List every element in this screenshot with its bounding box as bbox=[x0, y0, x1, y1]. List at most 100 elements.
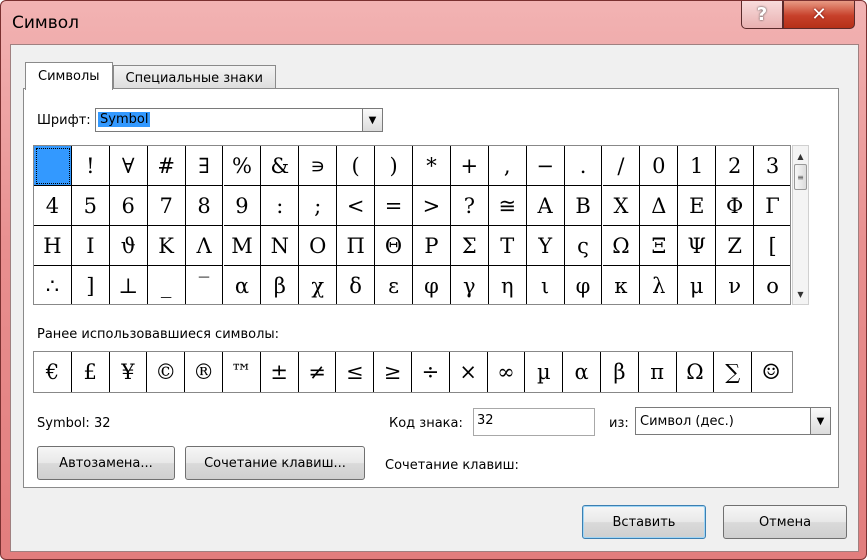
symbol-cell[interactable]: φ bbox=[565, 266, 603, 304]
symbol-cell[interactable]: Ρ bbox=[413, 226, 451, 266]
recent-symbol-cell[interactable]: Ω bbox=[677, 352, 715, 392]
symbol-cell[interactable]: Ι bbox=[71, 226, 110, 266]
symbol-cell[interactable]: ϑ bbox=[109, 226, 148, 266]
tab-symbols[interactable]: Символы bbox=[25, 62, 113, 90]
symbol-cell[interactable]: 5 bbox=[71, 186, 110, 226]
symbol-cell[interactable]: ς bbox=[564, 226, 603, 266]
symbol-cell[interactable]: ≅ bbox=[488, 186, 527, 226]
symbol-cell[interactable]: Δ bbox=[640, 186, 679, 226]
recent-symbol-cell[interactable]: π bbox=[639, 352, 677, 392]
recent-symbol-cell[interactable]: ± bbox=[261, 352, 299, 392]
font-select[interactable]: Symbol ▼ bbox=[95, 108, 383, 132]
symbol-cell[interactable]: 7 bbox=[147, 186, 186, 226]
scroll-thumb[interactable]: ≡ bbox=[794, 164, 807, 190]
symbol-cell[interactable]: , bbox=[488, 146, 527, 186]
symbol-cell[interactable]: ] bbox=[72, 266, 110, 304]
symbol-cell[interactable]: Φ bbox=[716, 186, 755, 226]
symbol-cell[interactable]: Ω bbox=[602, 226, 641, 266]
symbol-cell[interactable]: ∃ bbox=[185, 146, 224, 186]
cancel-button[interactable]: Отмена bbox=[723, 505, 847, 539]
symbol-cell[interactable]: ) bbox=[375, 146, 413, 186]
symbol-cell[interactable]: β bbox=[261, 266, 300, 304]
symbol-cell[interactable]: λ bbox=[640, 266, 679, 304]
recent-symbol-cell[interactable]: ≥ bbox=[374, 352, 412, 392]
symbol-cell[interactable]: ∀ bbox=[109, 146, 148, 186]
symbol-cell[interactable]: Π bbox=[337, 226, 376, 266]
recent-symbol-cell[interactable]: © bbox=[147, 352, 186, 392]
symbol-cell[interactable]: ‾ bbox=[186, 266, 224, 304]
symbol-cell[interactable]: ; bbox=[299, 186, 338, 226]
symbol-cell[interactable]: Τ bbox=[488, 226, 527, 266]
symbol-cell[interactable]: _ bbox=[148, 266, 186, 304]
symbol-cell[interactable]: 3 bbox=[754, 146, 790, 186]
symbol-cell[interactable]: Χ bbox=[602, 186, 641, 226]
symbol-cell[interactable]: Γ bbox=[754, 186, 790, 226]
symbol-cell[interactable]: ! bbox=[71, 146, 110, 186]
close-button[interactable]: ✕ bbox=[783, 1, 855, 29]
char-code-input[interactable]: 32 bbox=[473, 408, 595, 436]
symbol-cell[interactable]: Β bbox=[564, 186, 603, 226]
symbol-cell[interactable]: + bbox=[450, 146, 489, 186]
symbol-cell[interactable]: Σ bbox=[450, 226, 489, 266]
symbol-cell[interactable]: ⊥ bbox=[110, 266, 148, 304]
symbol-cell[interactable]: χ bbox=[299, 266, 338, 304]
shortcut-key-button[interactable]: Сочетание клавиш... bbox=[185, 446, 365, 480]
tab-special-characters[interactable]: Специальные знаки bbox=[112, 65, 276, 90]
symbol-cell[interactable]: * bbox=[413, 146, 451, 186]
symbol-cell[interactable]: : bbox=[261, 186, 300, 226]
symbol-cell[interactable]: Θ bbox=[375, 226, 413, 266]
scroll-down-icon[interactable]: ▼ bbox=[793, 286, 808, 302]
symbol-cell[interactable]: / bbox=[602, 146, 641, 186]
symbol-grid[interactable]: ! ∀ # ∃% & ∍() * +, −./0 1 2 3 4 5 6 7 8 9:; < = >? ≅ Α Β Χ Δ Ε Φ Γ Η… bbox=[33, 145, 791, 305]
symbol-cell[interactable]: ∴ bbox=[34, 266, 72, 304]
symbol-cell[interactable]: 9 bbox=[223, 186, 262, 226]
symbol-cell[interactable]: Μ bbox=[223, 226, 262, 266]
symbol-cell[interactable]: − bbox=[526, 146, 565, 186]
symbol-cell[interactable]: # bbox=[147, 146, 186, 186]
symbol-cell[interactable]: Ψ bbox=[678, 226, 717, 266]
symbol-cell[interactable]: μ bbox=[678, 266, 717, 304]
recent-symbol-cell[interactable]: ≠ bbox=[299, 352, 337, 392]
symbol-cell[interactable]: 4 bbox=[34, 186, 72, 226]
symbol-cell[interactable]: < bbox=[337, 186, 376, 226]
scroll-up-icon[interactable]: ▲ bbox=[793, 148, 808, 164]
symbol-cell[interactable]: η bbox=[489, 266, 527, 304]
symbol-cell[interactable]: ε bbox=[375, 266, 413, 304]
recent-symbol-cell[interactable]: ÷ bbox=[412, 352, 450, 392]
recent-symbol-cell[interactable]: ™ bbox=[223, 352, 261, 392]
symbol-cell[interactable]: ( bbox=[337, 146, 376, 186]
symbol-cell[interactable]: . bbox=[564, 146, 603, 186]
symbol-cell[interactable]: Ζ bbox=[716, 226, 755, 266]
help-button[interactable]: ? bbox=[741, 1, 783, 29]
symbol-cell[interactable]: = bbox=[375, 186, 413, 226]
font-dropdown-button[interactable]: ▼ bbox=[362, 109, 382, 131]
symbol-cell[interactable]: Λ bbox=[185, 226, 224, 266]
symbol-cell[interactable]: 0 bbox=[640, 146, 679, 186]
symbol-cell[interactable]: ι bbox=[527, 266, 565, 304]
symbol-cell[interactable]: % bbox=[223, 146, 262, 186]
recent-symbol-cell[interactable]: € bbox=[34, 352, 72, 392]
recent-symbol-cell[interactable]: β bbox=[601, 352, 639, 392]
recent-symbol-cell[interactable]: ☺ bbox=[752, 352, 790, 392]
code-base-select[interactable]: Символ (дес.) ▼ bbox=[635, 407, 831, 435]
symbol-cell[interactable]: γ bbox=[451, 266, 489, 304]
recent-symbol-cell[interactable]: ≤ bbox=[336, 352, 375, 392]
symbol-cell[interactable]: Α bbox=[526, 186, 565, 226]
symbol-cell[interactable]: Υ bbox=[526, 226, 565, 266]
recent-symbol-cell[interactable]: ∞ bbox=[488, 352, 526, 392]
symbol-cell[interactable]: 1 bbox=[678, 146, 717, 186]
symbol-cell[interactable]: 8 bbox=[185, 186, 224, 226]
autocorrect-button[interactable]: Автозамена... bbox=[37, 446, 175, 480]
code-base-dropdown-button[interactable]: ▼ bbox=[810, 408, 830, 434]
symbol-cell[interactable] bbox=[34, 146, 72, 186]
symbol-cell[interactable]: Ο bbox=[299, 226, 338, 266]
symbol-cell[interactable]: 2 bbox=[716, 146, 755, 186]
symbol-cell[interactable]: φ bbox=[413, 266, 451, 304]
symbol-cell[interactable]: ? bbox=[450, 186, 489, 226]
symbol-cell[interactable]: δ bbox=[337, 266, 376, 304]
recent-symbol-cell[interactable]: µ bbox=[525, 352, 564, 392]
insert-button[interactable]: Вставить bbox=[582, 505, 706, 539]
symbol-cell[interactable]: & bbox=[261, 146, 300, 186]
recent-symbol-cell[interactable]: × bbox=[450, 352, 488, 392]
symbol-cell[interactable]: [ bbox=[754, 226, 790, 266]
